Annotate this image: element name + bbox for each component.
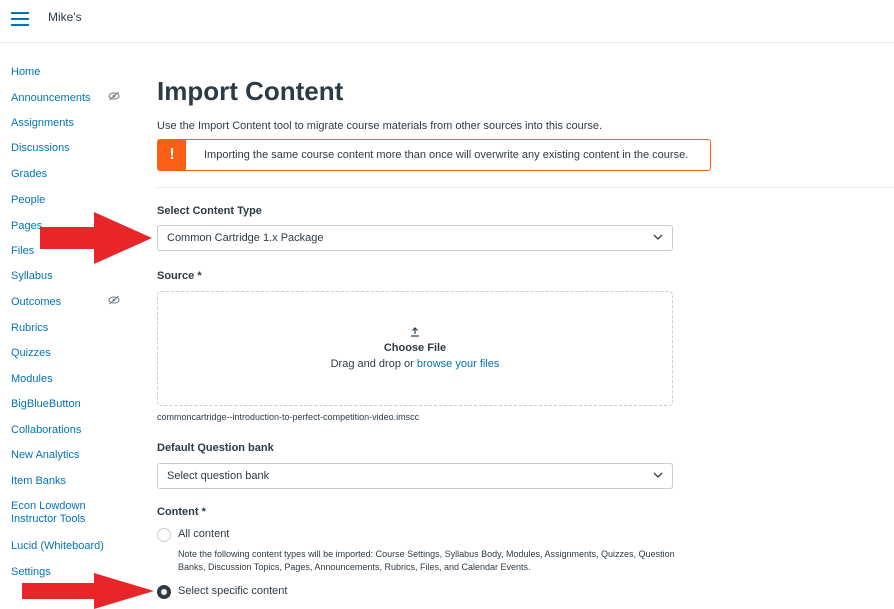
nav-econ-lowdown[interactable]: Econ Lowdown Instructor Tools [11, 500, 106, 526]
selected-filename: commoncartridge--introduction-to-perfect… [157, 412, 420, 422]
file-dropzone[interactable]: Choose File Drag and drop or browse your… [157, 291, 673, 406]
course-name[interactable]: Mike's [48, 10, 82, 24]
nav-syllabus[interactable]: Syllabus [11, 270, 53, 283]
nav-people[interactable]: People [11, 194, 45, 207]
eye-slash-icon [108, 91, 120, 104]
nav-bigbluebutton[interactable]: BigBlueButton [11, 398, 81, 411]
annotation-arrow [22, 573, 154, 609]
choose-file-label: Choose File [383, 342, 447, 354]
eye-slash-icon [108, 295, 120, 308]
content-note: Note the following content types will be… [178, 549, 675, 572]
content-type-select[interactable]: Common Cartridge 1.x Package [157, 225, 673, 251]
content-type-value: Common Cartridge 1.x Package [167, 232, 324, 244]
question-bank-select[interactable]: Select question bank [157, 463, 673, 489]
nav-modules[interactable]: Modules [11, 373, 53, 386]
upload-icon [158, 326, 672, 340]
content-label: Content * [157, 506, 206, 518]
all-content-label[interactable]: All content [178, 528, 229, 540]
annotation-arrow [40, 212, 152, 264]
nav-files[interactable]: Files [11, 245, 34, 258]
divider [157, 187, 894, 188]
nav-lucid-whiteboard[interactable]: Lucid (Whiteboard) [11, 540, 104, 553]
source-label: Source * [157, 270, 202, 282]
nav-quizzes[interactable]: Quizzes [11, 347, 51, 360]
nav-announcements[interactable]: Announcements [11, 92, 91, 105]
nav-pages[interactable]: Pages [11, 220, 42, 233]
nav-assignments[interactable]: Assignments [11, 117, 74, 130]
top-bar: Mike's [0, 0, 894, 43]
nav-rubrics[interactable]: Rubrics [11, 322, 48, 335]
select-specific-content-radio[interactable] [157, 585, 171, 599]
nav-outcomes[interactable]: Outcomes [11, 296, 61, 309]
all-content-radio[interactable] [157, 528, 171, 542]
nav-collaborations[interactable]: Collaborations [11, 424, 81, 437]
chevron-down-icon [653, 468, 663, 485]
question-bank-value: Select question bank [167, 470, 270, 482]
nav-item-banks[interactable]: Item Banks [11, 475, 66, 488]
alert-message: Importing the same course content more t… [204, 149, 689, 161]
nav-new-analytics[interactable]: New Analytics [11, 449, 79, 462]
drag-drop-text: Drag and drop or browse your files [158, 358, 672, 370]
content-type-label: Select Content Type [157, 205, 262, 217]
nav-home[interactable]: Home [11, 66, 40, 79]
drag-drop-label: Drag and drop or [330, 358, 414, 370]
browse-files-link[interactable]: browse your files [417, 358, 500, 370]
hamburger-menu-icon[interactable] [11, 12, 29, 26]
intro-text: Use the Import Content tool to migrate c… [157, 120, 603, 132]
warning-alert: ! Importing the same course content more… [157, 139, 711, 171]
select-specific-content-label[interactable]: Select specific content [178, 585, 287, 597]
nav-grades[interactable]: Grades [11, 168, 47, 181]
warning-icon: ! [158, 140, 186, 170]
nav-discussions[interactable]: Discussions [11, 142, 70, 155]
chevron-down-icon [653, 230, 663, 247]
page-title: Import Content [157, 76, 344, 106]
question-bank-label: Default Question bank [157, 442, 274, 454]
